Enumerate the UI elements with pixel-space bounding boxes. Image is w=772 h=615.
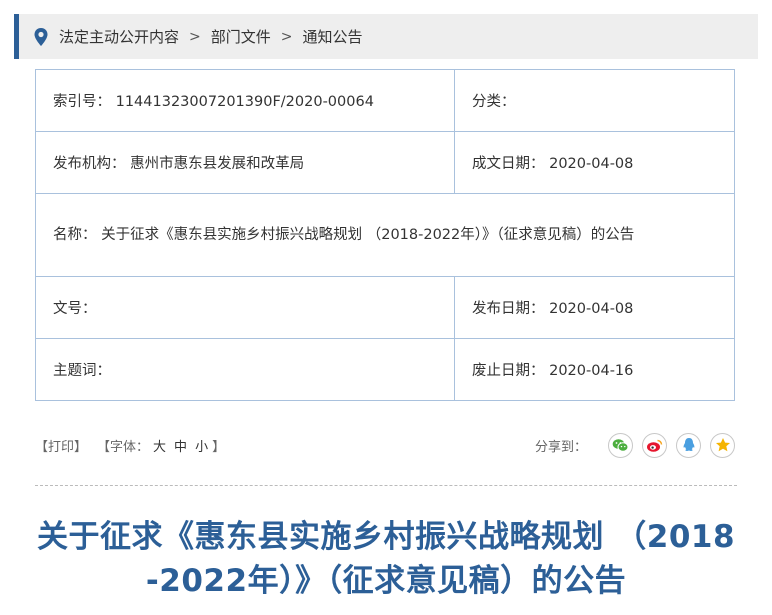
table-row: 索引号： 11441323007201390F/2020-00064 分类：	[35, 69, 735, 132]
share-bar: 分享到：	[534, 432, 735, 458]
qq-icon[interactable]	[676, 432, 701, 458]
article-toolbar: 【打印】 【字体： 大 中 小 】 分享到：	[35, 430, 735, 460]
expire-date-cell: 废止日期： 2020-04-16	[454, 338, 735, 401]
expire-date-label: 废止日期：	[472, 363, 545, 379]
document-metadata-table: 索引号： 11441323007201390F/2020-00064 分类： 发…	[35, 69, 735, 401]
table-row: 主题词： 废止日期： 2020-04-16	[35, 338, 735, 401]
wechat-icon[interactable]	[608, 432, 633, 458]
document-name-value: 关于征求《惠东县实施乡村振兴战略规划 （2018-2022年）》（征求意见稿）的…	[101, 227, 635, 243]
share-label: 分享到：	[534, 439, 587, 455]
index-number-cell: 索引号： 11441323007201390F/2020-00064	[35, 69, 455, 132]
publisher-cell: 发布机构： 惠州市惠东县发展和改革局	[35, 131, 455, 194]
weibo-icon[interactable]	[642, 432, 667, 458]
subject-label: 主题词：	[53, 363, 111, 379]
publisher-label: 发布机构：	[53, 156, 126, 172]
publisher-value: 惠州市惠东县发展和改革局	[130, 156, 305, 172]
document-name-label: 名称：	[53, 227, 97, 243]
print-link[interactable]: 【打印】	[35, 436, 87, 455]
breadcrumb-separator-icon: >	[280, 28, 293, 45]
location-pin-icon	[33, 27, 49, 47]
font-size-medium-button[interactable]: 中	[174, 436, 187, 455]
index-number-value: 11441323007201390F/2020-00064	[115, 94, 374, 110]
article-title: 关于征求《惠东县实施乡村振兴战略规划 （2018 -2022年）》（征求意见稿）…	[25, 515, 747, 603]
breadcrumb-link-department-docs[interactable]: 部门文件	[211, 26, 271, 47]
document-name-cell: 名称： 关于征求《惠东县实施乡村振兴战略规划 （2018-2022年）》（征求意…	[35, 193, 735, 277]
expire-date-value: 2020-04-16	[549, 363, 634, 379]
font-size-label: 【字体：	[97, 439, 150, 455]
created-date-label: 成文日期：	[472, 156, 545, 172]
category-cell: 分类：	[454, 69, 735, 132]
dashed-divider	[35, 485, 737, 486]
breadcrumb-link-public-content[interactable]: 法定主动公开内容	[59, 26, 179, 47]
created-date-value: 2020-04-08	[549, 156, 634, 172]
category-label: 分类：	[472, 94, 516, 110]
table-row: 文号： 发布日期： 2020-04-08	[35, 276, 735, 339]
breadcrumb-separator-icon: >	[189, 28, 201, 45]
created-date-cell: 成文日期： 2020-04-08	[454, 131, 735, 194]
table-row: 发布机构： 惠州市惠东县发展和改革局 成文日期： 2020-04-08	[35, 131, 735, 194]
published-date-cell: 发布日期： 2020-04-08	[454, 276, 735, 339]
index-number-label: 索引号：	[53, 94, 111, 110]
font-size-small-button[interactable]: 小	[195, 436, 208, 455]
subject-cell: 主题词：	[35, 338, 455, 401]
breadcrumb-link-notices[interactable]: 通知公告	[303, 26, 363, 47]
table-row: 名称： 关于征求《惠东县实施乡村振兴战略规划 （2018-2022年）》（征求意…	[35, 193, 735, 277]
breadcrumb: 法定主动公开内容 > 部门文件 > 通知公告	[14, 14, 758, 59]
published-date-label: 发布日期：	[472, 301, 545, 317]
document-number-label: 文号：	[53, 301, 97, 317]
article-title-line-2: -2022年）》（征求意见稿）的公告	[145, 563, 627, 599]
font-size-large-button[interactable]: 大	[153, 436, 166, 455]
published-date-value: 2020-04-08	[549, 301, 634, 317]
qzone-icon[interactable]	[710, 432, 735, 458]
document-number-cell: 文号：	[35, 276, 455, 339]
font-size-close-bracket: 】	[212, 439, 226, 455]
article-title-line-1: 关于征求《惠东县实施乡村振兴战略规划 （2018	[36, 519, 736, 555]
